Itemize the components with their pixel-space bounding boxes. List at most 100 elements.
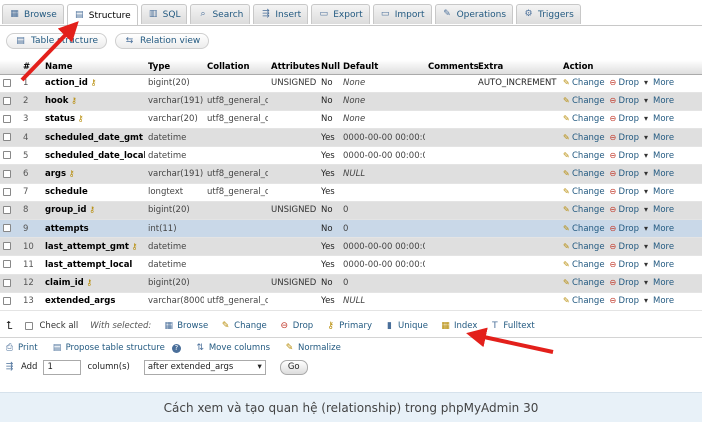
- row-select[interactable]: [0, 237, 20, 257]
- normalize-link[interactable]: ✎ Normalize: [284, 343, 341, 354]
- change-button[interactable]: ✎ Change: [563, 242, 605, 252]
- table-row: 9 attempts int(11) No 0 ✎ Change ⊖ Drop ▾ More: [0, 219, 702, 239]
- more-button[interactable]: ▾ More: [644, 151, 674, 161]
- check-all-checkbox[interactable]: [24, 322, 33, 330]
- row-checkbox[interactable]: [3, 260, 11, 269]
- row-checkbox[interactable]: [3, 169, 11, 178]
- more-label: More: [653, 187, 675, 198]
- more-button[interactable]: ▾ More: [644, 205, 674, 215]
- row-select[interactable]: [0, 164, 20, 184]
- help-icon[interactable]: ?: [171, 343, 181, 353]
- drop-button[interactable]: ⊖ Drop: [610, 78, 639, 88]
- row-number: 7: [20, 183, 42, 202]
- print-link[interactable]: ⎙ Print: [4, 343, 38, 354]
- row-checkbox[interactable]: [3, 242, 11, 251]
- more-button[interactable]: ▾ More: [644, 114, 674, 124]
- change-button[interactable]: ✎ Change: [563, 205, 605, 215]
- bulk-index-button[interactable]: ▦ Index: [440, 321, 477, 332]
- row-select[interactable]: [0, 74, 20, 93]
- change-button[interactable]: ✎ Change: [563, 296, 605, 306]
- drop-button[interactable]: ⊖ Drop: [610, 96, 639, 106]
- tab-search[interactable]: ⌕ Search: [190, 4, 251, 24]
- row-checkbox[interactable]: [3, 133, 11, 142]
- row-select[interactable]: [0, 255, 20, 275]
- tab-operations[interactable]: ✎ Operations: [434, 4, 514, 24]
- go-button[interactable]: Go: [279, 359, 308, 375]
- change-button[interactable]: ✎ Change: [563, 187, 605, 197]
- drop-button[interactable]: ⊖ Drop: [610, 260, 639, 270]
- tab-insert[interactable]: ⇶ Insert: [253, 4, 309, 24]
- subtab-table-structure[interactable]: ▤ Table structure: [6, 33, 107, 49]
- column-extra: [475, 201, 560, 221]
- bulk-fulltext-button[interactable]: T Fulltext: [489, 321, 535, 332]
- row-checkbox[interactable]: [3, 151, 11, 160]
- column-attributes: UNSIGNED: [268, 201, 318, 221]
- more-button[interactable]: ▾ More: [644, 278, 674, 288]
- row-checkbox[interactable]: [3, 278, 11, 287]
- bulk-unique-button[interactable]: ▮ Unique: [384, 321, 428, 332]
- drop-button[interactable]: ⊖ Drop: [610, 151, 639, 161]
- column-count-input[interactable]: 1: [43, 359, 82, 375]
- propose-structure-link[interactable]: ▤ Propose table structure?: [52, 343, 181, 354]
- row-select[interactable]: [0, 92, 20, 111]
- row-select[interactable]: [0, 274, 20, 293]
- drop-button[interactable]: ⊖ Drop: [610, 114, 639, 124]
- tab-triggers[interactable]: ⚙ Triggers: [516, 4, 581, 24]
- more-button[interactable]: ▾ More: [644, 296, 674, 306]
- drop-button[interactable]: ⊖ Drop: [610, 296, 639, 306]
- change-button[interactable]: ✎ Change: [563, 278, 605, 288]
- row-select[interactable]: [0, 110, 20, 130]
- bulk-action-label: Primary: [339, 321, 373, 331]
- move-columns-link[interactable]: ⇅ Move columns: [195, 343, 271, 354]
- bulk-change-button[interactable]: ✎ Change: [220, 321, 267, 332]
- drop-button[interactable]: ⊖ Drop: [610, 224, 639, 234]
- more-button[interactable]: ▾ More: [644, 242, 674, 252]
- row-checkbox[interactable]: [3, 78, 11, 87]
- row-select[interactable]: [0, 219, 20, 239]
- tab-import[interactable]: ▭ Import: [372, 4, 432, 24]
- row-checkbox[interactable]: [3, 114, 11, 123]
- drop-button[interactable]: ⊖ Drop: [610, 242, 639, 252]
- change-button[interactable]: ✎ Change: [563, 224, 605, 234]
- row-select[interactable]: [0, 201, 20, 221]
- column-position-select[interactable]: after extended_args ▾: [143, 359, 266, 375]
- tab-sql[interactable]: ▥ SQL: [140, 4, 188, 24]
- tab-export[interactable]: ▭ Export: [311, 4, 370, 24]
- tab-browse[interactable]: ▦ Browse: [2, 4, 64, 24]
- more-button[interactable]: ▾ More: [644, 133, 674, 143]
- change-button[interactable]: ✎ Change: [563, 114, 605, 124]
- row-checkbox[interactable]: [3, 224, 11, 233]
- row-select[interactable]: [0, 128, 20, 148]
- more-button[interactable]: ▾ More: [644, 224, 674, 234]
- more-button[interactable]: ▾ More: [644, 96, 674, 106]
- change-button[interactable]: ✎ Change: [563, 151, 605, 161]
- more-button[interactable]: ▾ More: [644, 78, 674, 88]
- table-structure-icon: ▤: [16, 35, 25, 46]
- row-checkbox[interactable]: [3, 205, 11, 214]
- drop-button[interactable]: ⊖ Drop: [610, 133, 639, 143]
- subtab-relation-view[interactable]: ⇆ Relation view: [114, 33, 210, 49]
- row-checkbox[interactable]: [3, 187, 11, 196]
- more-button[interactable]: ▾ More: [644, 169, 674, 179]
- row-select[interactable]: [0, 146, 20, 166]
- change-button[interactable]: ✎ Change: [563, 133, 605, 143]
- row-checkbox[interactable]: [3, 296, 11, 305]
- drop-button[interactable]: ⊖ Drop: [610, 278, 639, 288]
- row-select[interactable]: [0, 292, 20, 311]
- bulk-browse-button[interactable]: ▦ Browse: [163, 321, 208, 332]
- bulk-primary-button[interactable]: ⚷ Primary: [325, 321, 372, 332]
- bulk-drop-button[interactable]: ⊖ Drop: [279, 321, 313, 332]
- change-button[interactable]: ✎ Change: [563, 78, 605, 88]
- more-button[interactable]: ▾ More: [644, 260, 674, 270]
- drop-button[interactable]: ⊖ Drop: [610, 187, 639, 197]
- change-button[interactable]: ✎ Change: [563, 96, 605, 106]
- change-button[interactable]: ✎ Change: [563, 169, 605, 179]
- drop-button[interactable]: ⊖ Drop: [610, 205, 639, 215]
- tab-structure[interactable]: ▤ Structure: [66, 4, 138, 26]
- drop-button[interactable]: ⊖ Drop: [610, 169, 639, 179]
- more-button[interactable]: ▾ More: [644, 187, 674, 197]
- change-button[interactable]: ✎ Change: [563, 260, 605, 270]
- row-select[interactable]: [0, 183, 20, 202]
- check-all[interactable]: Check all: [24, 321, 78, 331]
- row-checkbox[interactable]: [3, 96, 11, 105]
